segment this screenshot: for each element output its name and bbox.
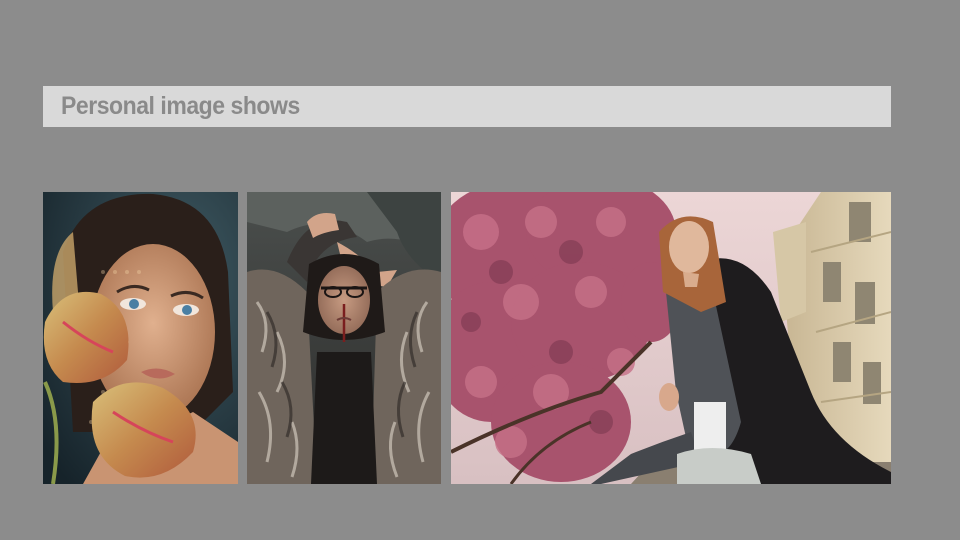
woman-under-cherry-blossoms-image [451, 192, 891, 484]
portrait-with-flowers-image [43, 192, 238, 484]
slide: Personal image shows [0, 0, 960, 540]
photo-portrait-with-flowers [43, 192, 238, 484]
portrait-in-fur-coat-image [247, 192, 441, 484]
slide-title: Personal image shows [61, 92, 300, 120]
photo-portrait-in-fur-coat [247, 192, 441, 484]
title-bar: Personal image shows [43, 86, 891, 127]
photo-woman-under-cherry-blossoms [451, 192, 891, 484]
